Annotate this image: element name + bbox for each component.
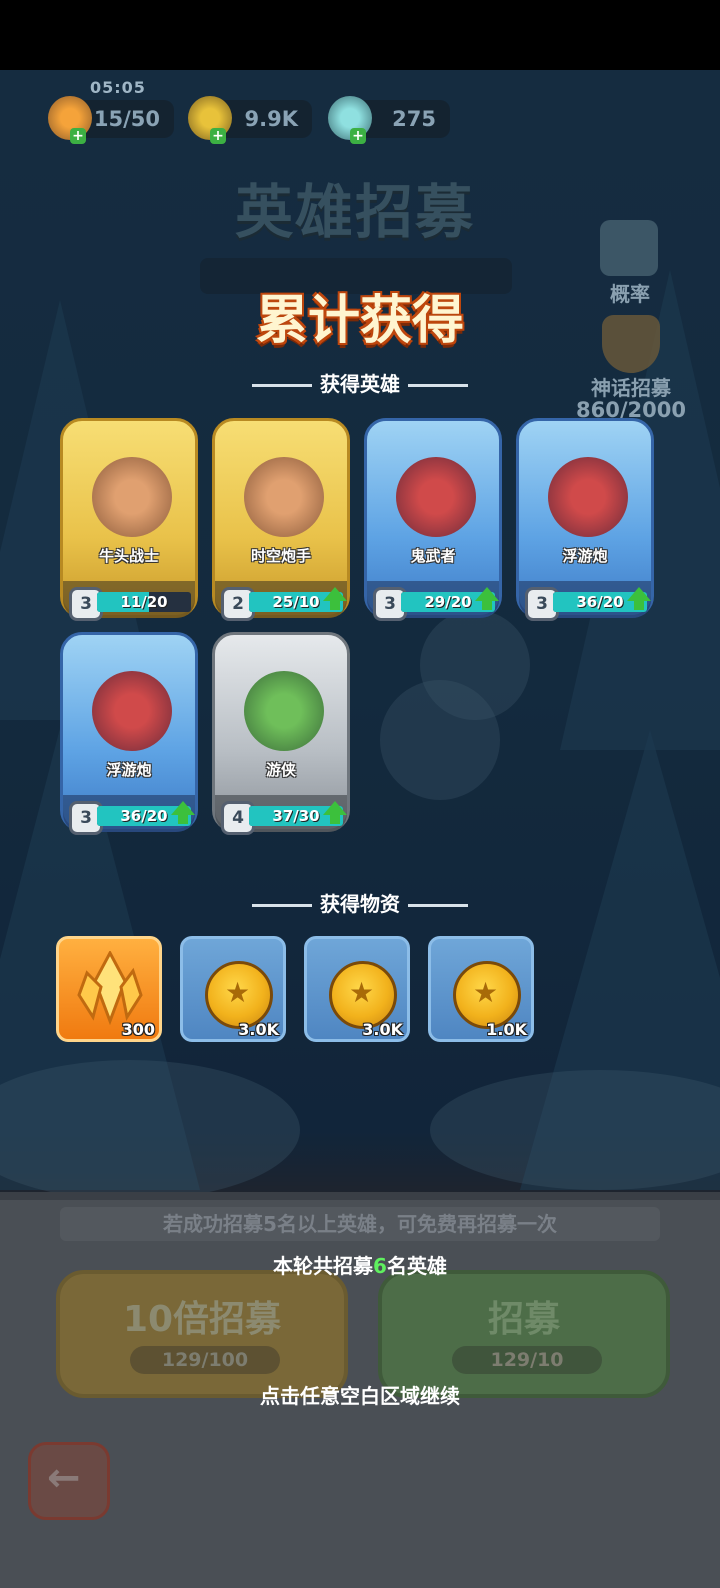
gem-value: 275 <box>392 107 436 131</box>
upgrade-arrow-icon <box>323 587 347 610</box>
add-energy-button[interactable]: + <box>70 128 86 144</box>
items-section-header: 获得物资 <box>0 888 720 917</box>
continue-hint[interactable]: 点击任意空白区域继续 <box>0 1380 720 1409</box>
items-section-label: 获得物资 <box>320 892 400 916</box>
hero-name: 浮游炮 <box>562 547 608 565</box>
upgrade-arrow-icon <box>323 801 347 824</box>
hero-portrait <box>244 457 324 537</box>
energy-value: 15/50 <box>93 107 160 131</box>
hero-name: 鬼武者 <box>410 547 456 565</box>
star-icon: ★ <box>473 976 499 1009</box>
upgrade-arrow-icon <box>627 587 651 610</box>
item-quantity: 3.0K <box>362 1020 403 1039</box>
ten-recruit-cost: 129/100 <box>130 1346 280 1374</box>
crystal-item[interactable]: 300 <box>56 936 162 1042</box>
divider <box>408 904 468 907</box>
summary-count: 6 <box>373 1254 387 1278</box>
recruit-button[interactable]: 招募 129/10 <box>378 1270 670 1398</box>
coin-item[interactable]: ★ 1.0K <box>428 936 534 1042</box>
hero-portrait <box>548 457 628 537</box>
clock: 05:05 <box>90 78 146 97</box>
divider <box>252 384 312 387</box>
hero-name: 游侠 <box>265 761 296 779</box>
hero-portrait <box>396 457 476 537</box>
coin-item[interactable]: ★ 3.0K <box>304 936 410 1042</box>
upgrade-arrow-icon <box>475 587 499 610</box>
energy-counter: + 15/50 <box>48 96 174 144</box>
upgrade-arrow-icon <box>171 801 195 824</box>
probability-icon[interactable] <box>600 220 658 276</box>
ten-recruit-button[interactable]: 10倍招募 129/100 <box>56 1270 348 1398</box>
item-quantity: 3.0K <box>238 1020 279 1039</box>
add-gold-button[interactable]: + <box>210 128 226 144</box>
back-arrow-icon: ← <box>47 1455 81 1501</box>
heroes-section-label: 获得英雄 <box>320 372 400 396</box>
free-recruit-hint: 若成功招募5名以上英雄，可免费再招募一次 <box>60 1207 660 1241</box>
hero-name: 浮游炮 <box>106 761 152 779</box>
status-bar <box>0 0 720 70</box>
hero-card[interactable]: 时空炮手 2 25/10 <box>212 418 350 621</box>
game-scene[interactable]: 05:05 + 15/50 + 9.9K + 275 英雄招募 累计获得 概率 … <box>0 70 720 1588</box>
hero-progress-text: 11/20 <box>120 593 168 611</box>
add-gem-button[interactable]: + <box>350 128 366 144</box>
screen-title: 英雄招募 <box>234 178 475 246</box>
hero-card[interactable]: 浮游炮 3 36/20 <box>60 632 198 835</box>
item-quantity: 300 <box>121 1020 155 1039</box>
hero-name: 时空炮手 <box>250 547 311 565</box>
recruit-cost: 129/10 <box>452 1346 602 1374</box>
hero-portrait <box>244 671 324 751</box>
hero-card[interactable]: 牛头战士 3 11/20 <box>60 418 198 621</box>
gold-counter: + 9.9K <box>188 96 312 144</box>
coin-icon: ★ <box>453 961 521 1029</box>
recruit-summary: 本轮共招募6名英雄 <box>0 1250 720 1279</box>
divider <box>408 384 468 387</box>
hero-name: 牛头战士 <box>98 547 159 565</box>
ten-recruit-label: 10倍招募 <box>122 1299 282 1340</box>
divider <box>252 904 312 907</box>
hero-card[interactable]: 鬼武者 3 29/20 <box>364 418 502 621</box>
coin-icon: ★ <box>205 961 273 1029</box>
summary-suffix: 名英雄 <box>386 1254 447 1278</box>
hero-portrait <box>92 671 172 751</box>
mythic-shield-icon[interactable] <box>602 315 660 373</box>
coin-icon: ★ <box>329 961 397 1029</box>
gold-value: 9.9K <box>244 107 298 131</box>
crystal-icon <box>77 951 143 1025</box>
hero-card[interactable]: 浮游炮 3 36/20 <box>516 418 654 621</box>
hero-card[interactable]: 游侠 4 37/30 <box>212 632 350 835</box>
probability-label[interactable]: 概率 <box>596 278 664 307</box>
hero-portrait <box>92 457 172 537</box>
back-button[interactable]: ← <box>28 1442 110 1520</box>
hero-progress-bar: 11/20 <box>97 592 191 612</box>
star-icon: ★ <box>225 976 251 1009</box>
coin-item[interactable]: ★ 3.0K <box>180 936 286 1042</box>
star-icon: ★ <box>349 976 375 1009</box>
recruit-label: 招募 <box>487 1299 560 1340</box>
item-quantity: 1.0K <box>486 1020 527 1039</box>
results-headline: 累计获得 <box>255 291 464 351</box>
gem-counter: + 275 <box>328 96 450 144</box>
heroes-section-header: 获得英雄 <box>0 368 720 397</box>
summary-prefix: 本轮共招募 <box>273 1254 374 1278</box>
